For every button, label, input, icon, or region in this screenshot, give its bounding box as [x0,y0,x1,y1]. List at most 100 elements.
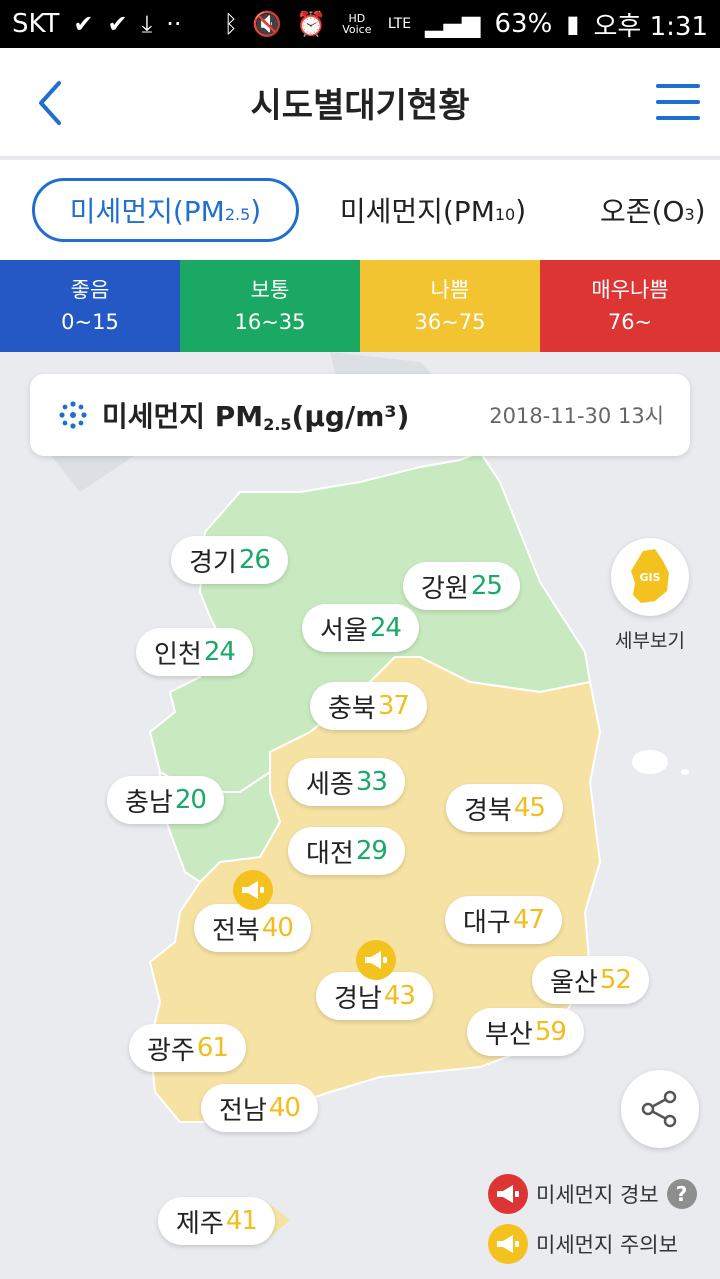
region-ulsan[interactable]: 울산 52 [532,956,649,1004]
dust-icon [59,401,87,429]
region-name: 경북 [464,795,512,826]
tab-ozone-suffix: ) [694,193,706,227]
region-name: 광주 [147,1035,195,1066]
region-name: 울산 [550,967,598,998]
region-jeonnam[interactable]: 전남 40 [201,1084,318,1132]
region-name: 서울 [320,615,368,646]
region-value: 61 [196,1033,229,1063]
alert-label: 미세먼지 경보 [536,1183,659,1207]
region-name: 강원 [421,573,469,604]
check-download-icon: ✔ [107,10,128,38]
grade-label: 나쁨 [430,278,470,302]
region-value: 40 [268,1093,301,1123]
grade-range: 36~75 [414,310,486,334]
megaphone-red-icon [488,1174,528,1214]
region-chungbuk[interactable]: 충북 37 [310,682,427,730]
region-value: 29 [355,836,388,866]
tab-pm25[interactable]: 미세먼지(PM 2.5) [32,178,299,242]
region-gyeonggi[interactable]: 경기 26 [171,536,288,584]
region-name: 전북 [212,915,260,946]
download-icon: ⤓ [141,10,153,38]
menu-button[interactable] [652,76,704,128]
info-title: 미세먼지 PM2.5(μg/m³) [102,395,409,435]
region-sejong[interactable]: 세종 33 [288,758,405,806]
region-value: 26 [238,545,271,575]
region-value: 59 [534,1017,567,1047]
map-area[interactable]: 미세먼지 PM2.5(μg/m³) 2018-11-30 13시 경기 26 강원… [0,352,720,1279]
battery-percent: 63% [494,9,553,39]
alert-legend: 미세먼지 경보 ? [488,1174,697,1214]
megaphone-glyph [242,881,264,899]
region-value: 20 [174,785,207,815]
map-island [632,750,668,774]
region-gyeongbuk[interactable]: 경북 45 [446,784,563,832]
region-daegu[interactable]: 대구 47 [445,896,562,944]
battery-icon: ▮ [566,10,580,38]
watch-legend: 미세먼지 주의보 [488,1224,678,1264]
tab-pm10-label: 미세먼지(PM [339,195,495,228]
region-name: 충북 [328,693,376,724]
more-dots-icon: ·· [166,10,182,38]
region-busan[interactable]: 부산 59 [467,1008,584,1056]
svg-text:GIS: GIS [639,571,660,584]
grade-very-bad: 매우나쁨 76~ [540,260,720,352]
hd-voice-icon: HD Voice [342,12,372,36]
pollutant-tabs: 미세먼지(PM 2.5) 미세먼지(PM 10) 오존(O 3) [0,160,720,260]
region-value: 41 [225,1206,258,1236]
tab-ozone-sub: 3 [684,204,695,224]
megaphone-icon[interactable] [356,940,396,980]
bluetooth-icon: ᛒ [223,10,239,38]
grade-legend: 좋음 0~15 보통 16~35 나쁨 36~75 매우나쁨 76~ [0,260,720,352]
region-name: 세종 [306,769,354,800]
grade-label: 매우나쁨 [591,278,669,302]
region-gwangju[interactable]: 광주 61 [129,1024,246,1072]
tab-ozone[interactable]: 오존(O 3) [592,178,720,242]
share-button[interactable] [621,1070,699,1148]
region-value: 45 [513,793,546,823]
gis-detail-button[interactable]: GIS [611,538,689,616]
grade-range: 0~15 [61,310,119,334]
region-gangwon[interactable]: 강원 25 [403,562,520,610]
tab-pm10-suffix: ) [515,193,527,227]
menu-icon-bar [656,100,700,104]
region-incheon[interactable]: 인천 24 [136,628,253,676]
korea-gis-icon: GIS [631,549,669,603]
gis-detail-label[interactable]: 세부보기 [600,626,700,653]
watch-label: 미세먼지 주의보 [536,1233,678,1257]
tab-ozone-label: 오존(O [600,195,685,228]
status-right: ᛒ 🔇 ⏰ HD Voice LTE ▂▄▆ 63% ▮ 오후 1:31 [224,6,708,43]
region-name: 제주 [176,1208,224,1239]
status-bar: SKT ✔ ✔ ⤓ ·· ᛒ 🔇 ⏰ HD Voice LTE ▂▄▆ 63% … [0,0,720,48]
region-name: 경기 [189,547,237,578]
region-value: 47 [512,905,545,935]
grade-label: 좋음 [70,278,110,302]
region-name: 경남 [334,983,382,1014]
region-value: 37 [377,691,410,721]
region-jeju[interactable]: 제주 41 [158,1197,275,1245]
region-jeonbuk[interactable]: 전북 40 [194,904,311,952]
region-name: 인천 [154,639,202,670]
region-value: 33 [355,767,388,797]
check-download-icon: ✔ [73,10,94,38]
region-chungnam[interactable]: 충남 20 [107,776,224,824]
grade-label: 보통 [250,278,290,302]
clock: 오후 1:31 [593,11,709,42]
megaphone-icon[interactable] [233,870,273,910]
region-name: 충남 [125,787,173,818]
help-icon[interactable]: ? [666,1179,697,1209]
carrier-label: SKT [12,9,60,39]
region-seoul[interactable]: 서울 24 [302,604,419,652]
grade-range: 76~ [607,310,653,334]
grade-good: 좋음 0~15 [0,260,180,352]
region-daejeon[interactable]: 대전 29 [288,827,405,875]
info-title-text: 미세먼지 PM [102,400,264,433]
region-value: 43 [383,981,416,1011]
tab-pm25-suffix: ) [250,193,262,227]
info-title-sub: 2.5 [263,415,292,434]
region-value: 52 [599,965,632,995]
tab-pm10[interactable]: 미세먼지(PM 10) [320,178,546,242]
region-name: 대전 [306,838,354,869]
info-card: 미세먼지 PM2.5(μg/m³) 2018-11-30 13시 [30,374,690,456]
share-icon [641,1090,677,1128]
mute-icon: 🔇 [252,10,282,38]
